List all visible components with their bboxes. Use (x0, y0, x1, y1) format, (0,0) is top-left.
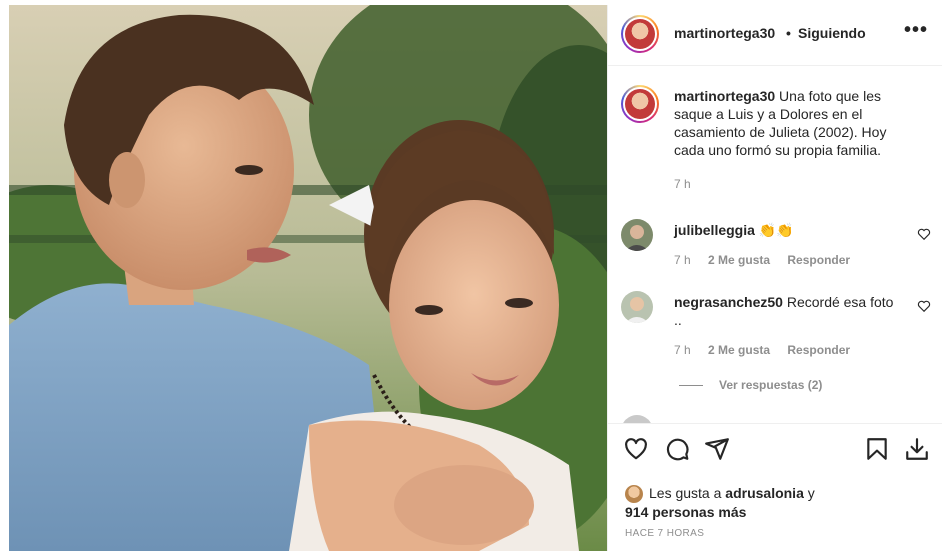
more-options-icon[interactable]: ••• (904, 19, 928, 42)
comment-meta: 7 h 2 Me gusta Responder (674, 343, 864, 357)
comment-text: negrasanchez50 Recordé esa foto .. (674, 293, 894, 329)
share-icon[interactable] (704, 436, 730, 462)
liker-avatar (625, 485, 643, 504)
post-time-ago[interactable]: HACE 7 HORAS (625, 528, 704, 539)
comment-username[interactable]: negrasanchez50 (674, 294, 783, 310)
author-avatar[interactable] (621, 15, 659, 53)
comment-heart-icon[interactable] (917, 299, 931, 313)
photo-illustration (9, 5, 607, 551)
left-gutter (0, 0, 9, 551)
caption-text-block: martinortega30 Una foto que les saque a … (674, 87, 914, 159)
likes-conj: y (807, 485, 815, 501)
comment-meta: 7 h 2 Me gusta Responder (674, 253, 864, 267)
post-header: martinortega30 • Siguiendo ••• (608, 5, 943, 66)
post-panel: martinortega30 • Siguiendo ••• martinort… (607, 5, 943, 551)
comment-username[interactable]: julibelleggia (674, 222, 755, 238)
comment-likes[interactable]: 2 Me gusta (708, 253, 770, 267)
comment-heart-icon[interactable] (917, 227, 931, 241)
avatar-image (625, 89, 655, 119)
separator-dot: • (786, 25, 791, 41)
commenter-avatar[interactable] (621, 219, 653, 251)
avatar-image (625, 19, 655, 49)
post-photo[interactable] (9, 5, 607, 551)
post-actions: Les gusta a adrusalonia y 914 personas m… (608, 423, 943, 551)
comments-section[interactable]: martinortega30 Una foto que les saque a … (608, 67, 943, 423)
comment-time[interactable]: 7 h (674, 253, 691, 267)
caption-avatar[interactable] (621, 85, 659, 123)
comment-icon[interactable] (664, 436, 690, 462)
replies-divider (679, 385, 703, 387)
comment-text: julibelleggia 👏👏 (674, 221, 894, 239)
reply-button[interactable]: Responder (787, 343, 850, 357)
likes-others[interactable]: 914 personas más (625, 503, 925, 521)
view-replies-button[interactable]: Ver respuestas (2) (679, 378, 822, 392)
reply-button[interactable]: Responder (787, 253, 850, 267)
download-icon[interactable] (904, 436, 930, 462)
comment-likes[interactable]: 2 Me gusta (708, 343, 770, 357)
caption-username[interactable]: martinortega30 (674, 88, 775, 104)
next-comment-peek (621, 415, 921, 423)
author-username[interactable]: martinortega30 (674, 25, 775, 41)
comment-body: 👏👏 (758, 222, 794, 238)
right-gutter (942, 0, 952, 551)
bookmark-icon[interactable] (864, 436, 890, 462)
comment-time[interactable]: 7 h (674, 343, 691, 357)
heart-icon[interactable] (623, 436, 649, 462)
commenter-avatar[interactable] (621, 291, 653, 323)
commenter-avatar (621, 415, 653, 423)
view-replies-label: Ver respuestas (2) (719, 378, 823, 392)
likes-prefix: Les gusta a (649, 485, 722, 501)
follow-status-button[interactable]: Siguiendo (798, 25, 866, 41)
likes-summary[interactable]: Les gusta a adrusalonia y 914 personas m… (625, 484, 925, 521)
liker-username[interactable]: adrusalonia (725, 485, 804, 501)
caption-time[interactable]: 7 h (674, 177, 691, 191)
